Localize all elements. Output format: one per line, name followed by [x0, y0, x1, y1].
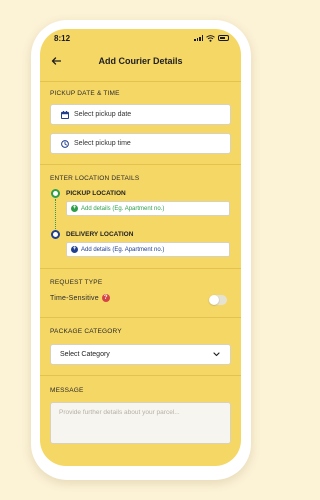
add-icon: +	[71, 205, 78, 212]
toggle-knob	[209, 295, 219, 305]
message-textarea[interactable]: Provide further details about your parce…	[50, 402, 231, 444]
pickup-time-placeholder: Select pickup time	[74, 140, 131, 147]
package-category-value: Select Category	[60, 351, 110, 358]
delivery-location-title: DELIVERY LOCATION	[66, 231, 134, 238]
section-label-message: MESSAGE	[50, 387, 84, 394]
clock-icon	[61, 139, 69, 148]
divider	[40, 81, 241, 82]
section-label-package-category: PACKAGE CATEGORY	[50, 328, 122, 335]
route-line	[55, 199, 56, 231]
section-label-location: ENTER LOCATION DETAILS	[50, 175, 140, 182]
divider	[40, 317, 241, 318]
app-bar: Add Courier Details	[40, 49, 241, 73]
section-label-request-type: REQUEST TYPE	[50, 279, 103, 286]
delivery-location-marker-icon	[51, 230, 60, 239]
pickup-add-details-label: Add details (Eg. Apartment no.)	[81, 205, 165, 212]
divider	[40, 268, 241, 269]
divider	[40, 164, 241, 165]
pickup-date-field[interactable]: Select pickup date	[50, 104, 231, 125]
section-label-pickup-date-time: PICKUP DATE & TIME	[50, 90, 120, 97]
pickup-location-add-details[interactable]: + Add details (Eg. Apartment no.)	[66, 201, 230, 216]
divider	[40, 375, 241, 376]
chevron-down-icon	[213, 352, 220, 357]
time-sensitive-toggle[interactable]	[209, 295, 227, 305]
status-bar: 8:12	[40, 29, 241, 47]
delivery-location-add-details[interactable]: + Add details (Eg. Apartment no.)	[66, 242, 230, 257]
page-title: Add Courier Details	[98, 56, 183, 66]
help-icon[interactable]: ?	[101, 294, 110, 302]
message-placeholder: Provide further details about your parce…	[59, 409, 180, 416]
pickup-location-title: PICKUP LOCATION	[66, 190, 126, 197]
status-icons	[194, 34, 229, 42]
back-arrow-icon[interactable]	[48, 54, 64, 68]
status-time: 8:12	[54, 33, 71, 43]
app-screen: 8:12 Add Courier Details PICKUP DATE & T…	[40, 29, 241, 466]
delivery-add-details-label: Add details (Eg. Apartment no.)	[81, 246, 165, 253]
calendar-icon	[61, 110, 69, 119]
package-category-select[interactable]: Select Category	[50, 344, 231, 365]
pickup-time-field[interactable]: Select pickup time	[50, 133, 231, 154]
signal-icon	[194, 35, 203, 41]
time-sensitive-label: Time-Sensitive	[50, 294, 99, 302]
wifi-icon	[206, 34, 215, 42]
battery-icon	[218, 35, 229, 41]
pickup-date-placeholder: Select pickup date	[74, 111, 132, 118]
time-sensitive-option: Time-Sensitive?	[50, 294, 110, 302]
add-icon: +	[71, 246, 78, 253]
pickup-location-marker-icon	[51, 189, 60, 198]
